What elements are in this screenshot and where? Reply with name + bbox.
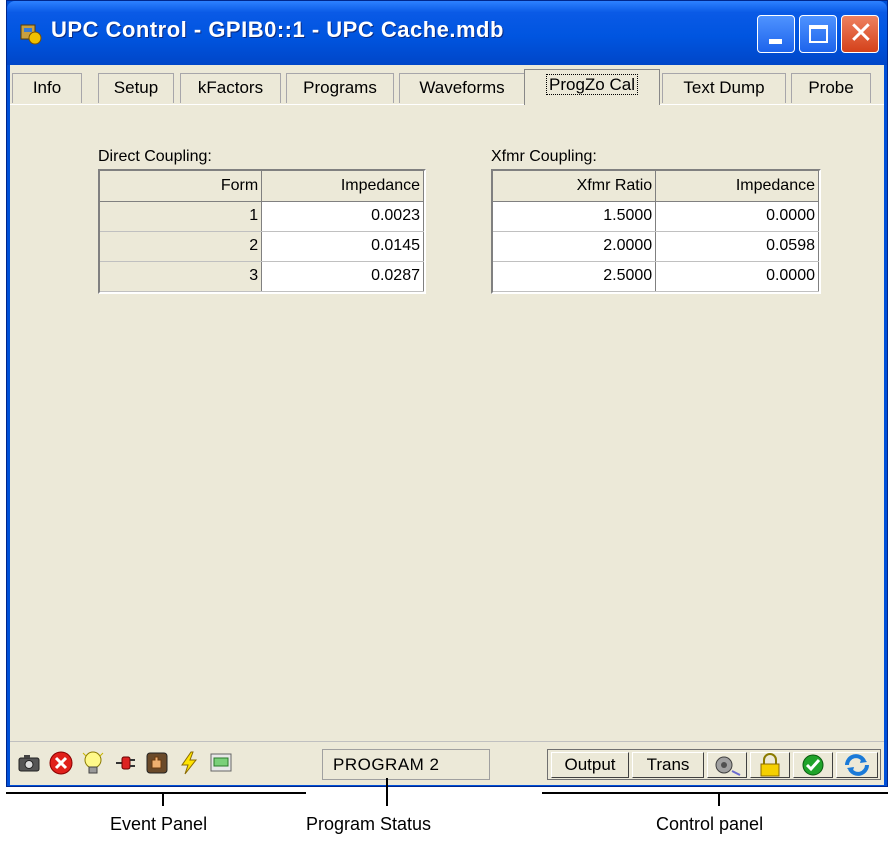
- minimize-icon: [769, 39, 782, 44]
- close-icon: ✕: [848, 16, 874, 51]
- table-row[interactable]: 2 0.0145: [100, 231, 424, 262]
- refresh-icon: [845, 754, 869, 776]
- tab-kfactors[interactable]: kFactors: [180, 73, 281, 103]
- tab-label: kFactors: [197, 78, 264, 97]
- error-icon[interactable]: [48, 750, 74, 776]
- maximize-button[interactable]: [799, 15, 837, 53]
- table-header-row: Form Impedance: [100, 171, 424, 202]
- tab-programs[interactable]: Programs: [286, 73, 394, 103]
- program-status-tick: [386, 778, 388, 806]
- event-panel-bracket: [6, 792, 306, 794]
- lock-button[interactable]: [750, 752, 790, 778]
- plug-icon[interactable]: [112, 750, 138, 776]
- camera-icon[interactable]: [16, 750, 42, 776]
- impedance-cell[interactable]: 0.0000: [655, 201, 819, 232]
- client-area: Info Setup kFactors Programs Waveforms P…: [10, 65, 884, 785]
- tab-label: Waveforms: [419, 78, 505, 97]
- title-bar[interactable]: UPC Control - GPIB0::1 - UPC Cache.mdb ✕: [7, 1, 887, 65]
- form-cell: 2: [100, 231, 263, 262]
- hand-icon[interactable]: [144, 750, 170, 776]
- tab-progzo-cal[interactable]: ProgZo Cal: [524, 69, 660, 105]
- impedance-cell[interactable]: 0.0000: [655, 261, 819, 292]
- check-icon: [802, 754, 824, 776]
- tab-info[interactable]: Info: [12, 73, 82, 103]
- direct-coupling-label: Direct Coupling:: [98, 148, 212, 165]
- impedance-cell[interactable]: 0.0023: [261, 201, 424, 232]
- column-header[interactable]: Form: [100, 171, 263, 202]
- control-panel: Output Trans: [547, 749, 881, 780]
- column-header[interactable]: Xfmr Ratio: [493, 171, 657, 202]
- tab-strip: Info Setup kFactors Programs Waveforms P…: [10, 65, 884, 105]
- event-panel-caption: Event Panel: [110, 814, 208, 834]
- column-header[interactable]: Impedance: [655, 171, 819, 202]
- form-cell: 1: [100, 201, 263, 232]
- impedance-cell[interactable]: 0.0287: [261, 261, 424, 292]
- lightning-icon[interactable]: [176, 750, 202, 776]
- close-button[interactable]: ✕: [841, 15, 879, 53]
- event-panel-tick: [162, 792, 164, 806]
- lightbulb-icon[interactable]: [80, 750, 106, 776]
- control-panel-tick: [718, 792, 720, 806]
- table-row[interactable]: 1 0.0023: [100, 201, 424, 232]
- tab-label: ProgZo Cal: [546, 74, 638, 95]
- impedance-cell[interactable]: 0.0145: [261, 231, 424, 262]
- app-icon: [20, 24, 42, 45]
- app-window: UPC Control - GPIB0::1 - UPC Cache.mdb ✕…: [6, 0, 888, 787]
- program-status-caption: Program Status: [306, 814, 432, 834]
- table-row[interactable]: 2.5000 0.0000: [493, 261, 819, 292]
- tab-probe[interactable]: Probe: [791, 73, 871, 103]
- window-title: UPC Control - GPIB0::1 - UPC Cache.mdb: [51, 17, 504, 42]
- minimize-button[interactable]: [757, 15, 795, 53]
- tab-label: Probe: [808, 78, 854, 97]
- table-header-row: Xfmr Ratio Impedance: [493, 171, 819, 202]
- tab-setup[interactable]: Setup: [98, 73, 174, 103]
- tab-label: Info: [32, 78, 62, 97]
- tab-label: Programs: [303, 78, 377, 97]
- tab-waveforms[interactable]: Waveforms: [399, 73, 525, 103]
- table-row[interactable]: 3 0.0287: [100, 261, 424, 292]
- speaker-button[interactable]: [707, 752, 747, 778]
- refresh-button[interactable]: [836, 752, 878, 778]
- xfmr-coupling-grid[interactable]: Xfmr Ratio Impedance 1.5000 0.0000 2.000…: [491, 169, 821, 294]
- status-bar: PROGRAM 2 Output Trans: [10, 741, 884, 785]
- xfmr-ratio-cell[interactable]: 2.5000: [493, 261, 657, 292]
- tab-label: Text Dump: [683, 78, 765, 97]
- display-icon[interactable]: [208, 750, 234, 776]
- check-button[interactable]: [793, 752, 833, 778]
- control-panel-caption: Control panel: [656, 814, 764, 834]
- form-cell: 3: [100, 261, 263, 292]
- tab-label: Setup: [113, 78, 159, 97]
- trans-button[interactable]: Trans: [632, 752, 704, 778]
- lock-icon: [760, 753, 780, 777]
- control-panel-bracket: [542, 792, 888, 794]
- program-status: PROGRAM 2: [322, 749, 490, 780]
- maximize-icon: [809, 25, 828, 43]
- xfmr-coupling-label: Xfmr Coupling:: [491, 148, 597, 165]
- xfmr-ratio-cell[interactable]: 2.0000: [493, 231, 657, 262]
- tab-text-dump[interactable]: Text Dump: [662, 73, 786, 103]
- table-row[interactable]: 2.0000 0.0598: [493, 231, 819, 262]
- speaker-icon: [715, 756, 741, 776]
- table-row[interactable]: 1.5000 0.0000: [493, 201, 819, 232]
- xfmr-ratio-cell[interactable]: 1.5000: [493, 201, 657, 232]
- output-button[interactable]: Output: [551, 752, 629, 778]
- column-header[interactable]: Impedance: [261, 171, 424, 202]
- impedance-cell[interactable]: 0.0598: [655, 231, 819, 262]
- direct-coupling-grid[interactable]: Form Impedance 1 0.0023 2 0.0145 3 0.028…: [98, 169, 426, 294]
